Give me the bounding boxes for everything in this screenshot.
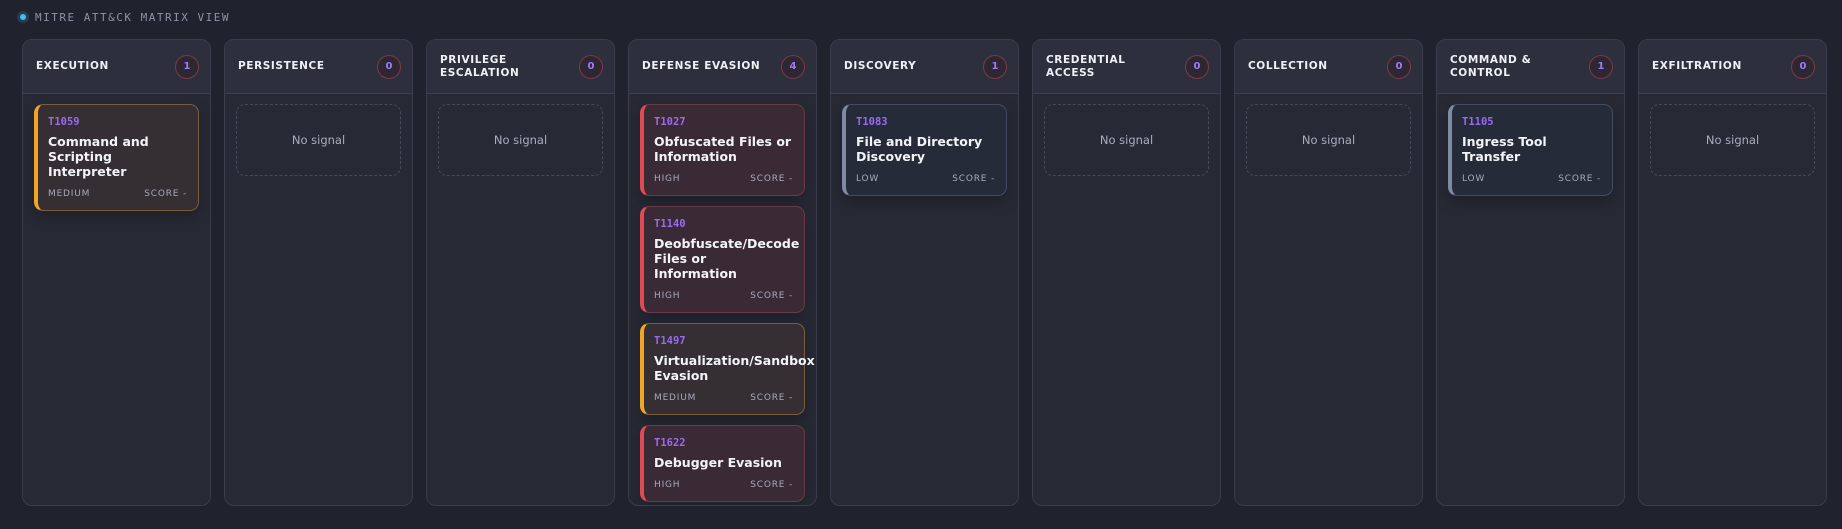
tactic-body: T1105 Ingress Tool Transfer LOW SCORE - xyxy=(1437,94,1624,206)
score-label: SCORE - xyxy=(750,291,793,301)
tactic-column: COMMAND & CONTROL 1 T1105 Ingress Tool Tran… xyxy=(1436,39,1625,506)
tactic-title: DEFENSE EVASION xyxy=(642,60,761,72)
empty-state: No signal xyxy=(438,104,603,176)
severity-label: LOW xyxy=(856,174,880,184)
tactic-header[interactable]: DEFENSE EVASION 4 xyxy=(629,40,816,94)
tactic-count-badge: 1 xyxy=(983,54,1007,79)
matrix-board: EXECUTION 1 T1059 Command and Scripting Int… xyxy=(22,39,1827,506)
tactic-title: CREDENTIAL ACCESS xyxy=(1046,53,1126,79)
technique-id: T1497 xyxy=(654,335,686,347)
tactic-header[interactable]: COLLECTION 0 xyxy=(1235,40,1422,94)
technique-card[interactable]: T1140 Deobfuscate/Decode Files or Informa… xyxy=(640,206,805,313)
score-label: SCORE - xyxy=(750,393,793,403)
technique-name: Deobfuscate/Decode Files or Information xyxy=(654,236,800,281)
tactic-header[interactable]: DISCOVERY 1 xyxy=(831,40,1018,94)
tactic-header[interactable]: PERSISTENCE 0 xyxy=(225,40,412,94)
technique-id: T1083 xyxy=(856,116,888,128)
tactic-title: EXECUTION xyxy=(36,60,109,72)
tactic-column: EXECUTION 1 T1059 Command and Scripting Int… xyxy=(22,39,211,506)
severity-label: HIGH xyxy=(654,174,681,184)
tactic-column: DEFENSE EVASION 4 T1027 Obfuscated Files or… xyxy=(628,39,817,506)
technique-card[interactable]: T1105 Ingress Tool Transfer LOW SCORE - xyxy=(1448,104,1613,196)
tactic-count-badge: 1 xyxy=(175,54,199,79)
technique-id: T1059 xyxy=(48,116,80,128)
tactic-header[interactable]: EXFILTRATION 0 xyxy=(1639,40,1826,94)
score-label: SCORE - xyxy=(1558,174,1601,184)
score-label: SCORE - xyxy=(750,480,793,490)
tactic-title: PERSISTENCE xyxy=(238,60,325,72)
page-header: MITRE ATT&CK MATRIX VIEW xyxy=(17,10,230,24)
tactic-title: PRIVILEGE ESCALATION xyxy=(440,53,520,79)
tactic-title: COLLECTION xyxy=(1248,60,1328,72)
technique-id: T1027 xyxy=(654,116,686,128)
technique-id: T1140 xyxy=(654,218,686,230)
tactic-body: T1027 Obfuscated Files or Information HIGH… xyxy=(629,94,816,505)
score-label: SCORE - xyxy=(144,189,187,199)
score-label: SCORE - xyxy=(750,174,793,184)
tactic-body: No signal xyxy=(1639,94,1826,186)
severity-label: MEDIUM xyxy=(48,189,91,199)
tactic-body: No signal xyxy=(1235,94,1422,186)
technique-name: Virtualization/Sandbox Evasion xyxy=(654,353,815,383)
score-label: SCORE - xyxy=(952,174,995,184)
empty-state: No signal xyxy=(1044,104,1209,176)
severity-label: HIGH xyxy=(654,480,681,490)
technique-name: Debugger Evasion xyxy=(654,455,782,470)
tactic-column: PRIVILEGE ESCALATION 0 No signal xyxy=(426,39,615,506)
empty-state: No signal xyxy=(1246,104,1411,176)
tactic-header[interactable]: CREDENTIAL ACCESS 0 xyxy=(1033,40,1220,94)
tactic-header[interactable]: COMMAND & CONTROL 1 xyxy=(1437,40,1624,94)
tactic-title: EXFILTRATION xyxy=(1652,60,1742,72)
technique-name: File and Directory Discovery xyxy=(856,134,983,164)
technique-name: Command and Scripting Interpreter xyxy=(48,134,149,179)
tactic-column: DISCOVERY 1 T1083 File and Directory Discov… xyxy=(830,39,1019,506)
empty-state: No signal xyxy=(236,104,401,176)
technique-id: T1105 xyxy=(1462,116,1494,128)
technique-name: Ingress Tool Transfer xyxy=(1462,134,1547,164)
tactic-title: DISCOVERY xyxy=(844,60,917,72)
severity-label: LOW xyxy=(1462,174,1486,184)
technique-meta: MEDIUM SCORE - xyxy=(654,393,793,403)
technique-meta: HIGH SCORE - xyxy=(654,174,793,184)
tactic-count-badge: 0 xyxy=(1185,54,1209,79)
tactic-body: T1083 File and Directory Discovery LOW SCOR… xyxy=(831,94,1018,206)
tactic-body: T1059 Command and Scripting Interpreter ME… xyxy=(23,94,210,221)
tactic-count-badge: 0 xyxy=(377,54,401,79)
severity-label: MEDIUM xyxy=(654,393,697,403)
technique-card[interactable]: T1497 Virtualization/Sandbox Evasion MEDIU… xyxy=(640,323,815,415)
tactic-column: PERSISTENCE 0 No signal xyxy=(224,39,413,506)
tactic-count-badge: 0 xyxy=(1791,54,1815,79)
tactic-header[interactable]: PRIVILEGE ESCALATION 0 xyxy=(427,40,614,94)
tactic-body: No signal xyxy=(1033,94,1220,186)
technique-meta: HIGH SCORE - xyxy=(654,480,793,490)
tactic-count-badge: 1 xyxy=(1589,54,1613,79)
tactic-column: COLLECTION 0 No signal xyxy=(1234,39,1423,506)
tactic-count-badge: 0 xyxy=(1387,54,1411,79)
tactic-title: COMMAND & CONTROL xyxy=(1450,53,1532,79)
severity-label: HIGH xyxy=(654,291,681,301)
technique-card[interactable]: T1083 File and Directory Discovery LOW SCOR… xyxy=(842,104,1007,196)
technique-id: T1622 xyxy=(654,437,686,449)
tactic-body: No signal xyxy=(427,94,614,186)
tactic-count-badge: 4 xyxy=(781,54,805,79)
technique-meta: HIGH SCORE - xyxy=(654,291,793,301)
technique-card[interactable]: T1622 Debugger Evasion HIGH SCORE - xyxy=(640,425,805,502)
empty-state: No signal xyxy=(1650,104,1815,176)
technique-meta: LOW SCORE - xyxy=(1462,174,1601,184)
page-title: MITRE ATT&CK MATRIX VIEW xyxy=(35,10,230,24)
tactic-column: CREDENTIAL ACCESS 0 No signal xyxy=(1032,39,1221,506)
technique-meta: MEDIUM SCORE - xyxy=(48,189,187,199)
tactic-header[interactable]: EXECUTION 1 xyxy=(23,40,210,94)
tactic-column: EXFILTRATION 0 No signal xyxy=(1638,39,1827,506)
technique-card[interactable]: T1059 Command and Scripting Interpreter ME… xyxy=(34,104,199,211)
technique-card[interactable]: T1027 Obfuscated Files or Information HIGH… xyxy=(640,104,805,196)
technique-name: Obfuscated Files or Information xyxy=(654,134,792,164)
tactic-count-badge: 0 xyxy=(579,54,603,79)
tactic-body: No signal xyxy=(225,94,412,186)
status-dot-icon xyxy=(17,11,29,23)
technique-meta: LOW SCORE - xyxy=(856,174,995,184)
